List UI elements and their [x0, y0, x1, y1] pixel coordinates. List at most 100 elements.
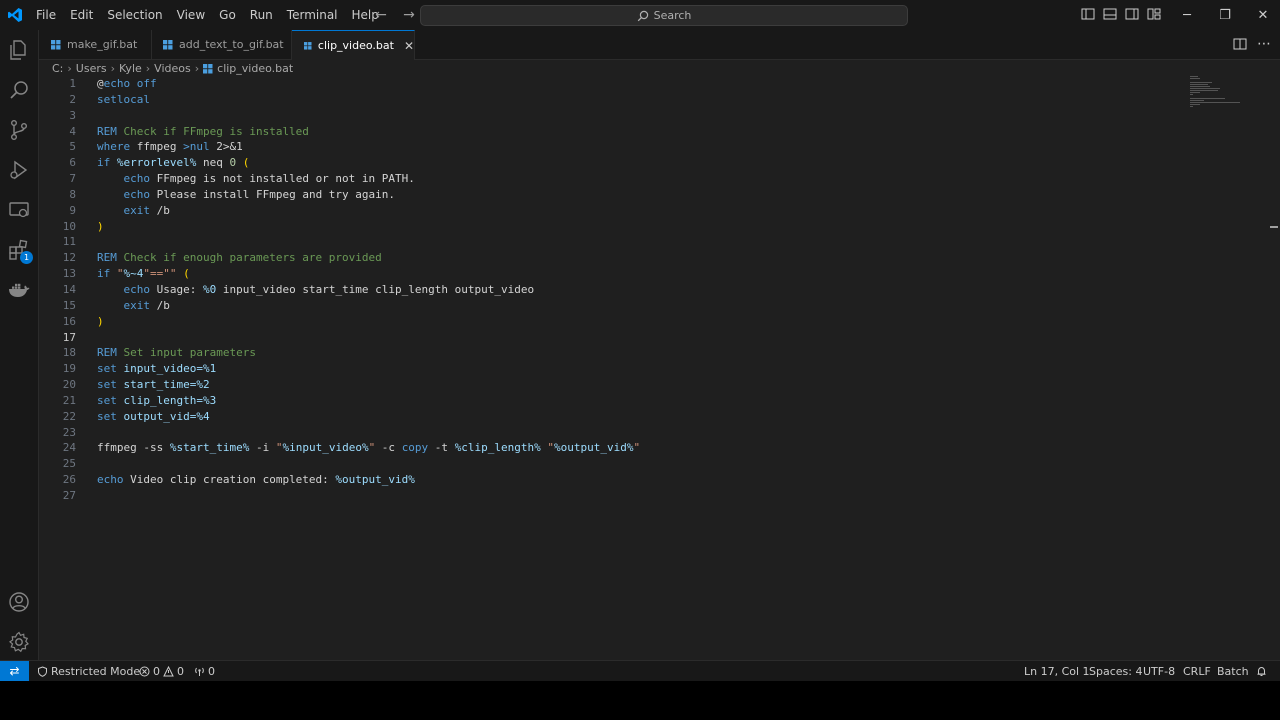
source-control-icon[interactable]: [7, 118, 31, 142]
breadcrumb-users[interactable]: Users: [76, 62, 107, 75]
customize-layout-icon[interactable]: [1146, 6, 1162, 22]
breadcrumb-drive[interactable]: C:: [52, 62, 63, 75]
menu-selection[interactable]: Selection: [100, 0, 169, 30]
toggle-secondary-sidebar-icon[interactable]: [1124, 6, 1140, 22]
search-label: Search: [653, 9, 692, 22]
code-line: 5 where ffmpeg >nul 2>&1: [39, 139, 1239, 155]
breadcrumb-file[interactable]: clip_video.bat: [217, 62, 293, 75]
code-line-current: 17: [39, 330, 1239, 346]
line-number: 17: [62, 330, 76, 344]
status-bar: ⇄ Restricted Mode 0 0 0 Ln 17, Col 1 Spa…: [0, 660, 1280, 681]
line-number: 5: [69, 140, 76, 154]
extensions-button[interactable]: 1: [7, 238, 33, 264]
line-number: 12: [62, 251, 76, 265]
menu-go[interactable]: Go: [212, 0, 243, 30]
code-line: 21 set clip_length=%3: [39, 393, 1239, 409]
menu-file[interactable]: File: [29, 0, 63, 30]
line-number: 9: [69, 203, 76, 217]
code-line: 18 REM Set input parameters: [39, 345, 1239, 361]
breadcrumb-videos[interactable]: Videos: [154, 62, 191, 75]
encoding-setting[interactable]: UTF-8: [1143, 661, 1175, 681]
warning-count: 0: [177, 664, 184, 678]
editor-tabs: make_gif.bat add_text_to_gif.bat clip_vi…: [39, 30, 1280, 60]
line-number: 22: [62, 409, 76, 423]
tab-add-text-to-gif[interactable]: add_text_to_gif.bat: [151, 30, 292, 59]
vscode-logo-icon[interactable]: [7, 7, 23, 23]
scrollbar-position-marker[interactable]: [1270, 226, 1278, 228]
minimap[interactable]: [1190, 76, 1262, 116]
code-line: 22 set output_vid=%4: [39, 409, 1239, 425]
close-tab-icon[interactable]: ✕: [404, 39, 414, 53]
batch-file-icon: [51, 39, 61, 49]
menu-edit[interactable]: Edit: [63, 0, 100, 30]
editor-actions: ⋯: [1232, 36, 1272, 52]
manage-gear-icon[interactable]: [7, 630, 31, 654]
accounts-icon[interactable]: [7, 590, 31, 614]
problems-indicator[interactable]: 0 0: [139, 661, 184, 681]
batch-file-icon: [163, 39, 173, 49]
line-number: 21: [62, 393, 76, 407]
code-line: 4 REM Check if FFmpeg is installed: [39, 124, 1239, 140]
search-view-icon[interactable]: [7, 78, 31, 102]
run-and-debug-icon[interactable]: [7, 158, 31, 182]
radio-tower-icon: [195, 667, 204, 676]
batch-file-icon: [304, 41, 312, 50]
code-line: 10): [39, 219, 1239, 235]
split-editor-icon[interactable]: [1232, 36, 1248, 52]
line-number: 25: [62, 457, 76, 471]
cursor-position-label: Ln 17, Col 1: [1024, 664, 1090, 678]
search-icon: [637, 10, 648, 21]
back-arrow-icon[interactable]: ←: [372, 6, 390, 24]
code-line: 13 if "%~4"=="" (: [39, 266, 1239, 282]
code-line: 15 exit /b: [39, 298, 1239, 314]
close-window-icon[interactable]: ✕: [1244, 0, 1280, 30]
navigation-arrows: ← →: [372, 6, 418, 24]
notifications-button[interactable]: [1256, 661, 1267, 681]
docker-icon[interactable]: [7, 278, 31, 302]
line-number: 18: [62, 346, 76, 360]
tab-make-gif[interactable]: make_gif.bat: [39, 30, 152, 59]
code-line: 26 echo Video clip creation completed: %o…: [39, 472, 1239, 488]
shield-icon: [38, 665, 47, 677]
chevron-right-icon: ›: [67, 62, 72, 75]
line-number: 15: [62, 298, 76, 312]
chevron-right-icon: ›: [145, 62, 151, 75]
line-number: 19: [62, 362, 76, 376]
code-editor[interactable]: 1 @echo off 2 setlocal 3 4 REM Check if FFm…: [39, 76, 1239, 504]
explorer-icon[interactable]: [7, 38, 31, 62]
code-line: 8 echo Please install FFmpeg and try aga…: [39, 187, 1239, 203]
forward-arrow-icon[interactable]: →: [400, 6, 418, 24]
error-icon: [139, 666, 150, 676]
toggle-panel-icon[interactable]: [1102, 6, 1118, 22]
restricted-mode-indicator[interactable]: Restricted Mode: [37, 661, 140, 681]
chevron-right-icon: ›: [110, 62, 116, 75]
menu-view[interactable]: View: [170, 0, 212, 30]
window-controls: ─ ❐ ✕: [1168, 0, 1280, 30]
command-center-search[interactable]: Search: [420, 5, 908, 26]
remote-explorer-icon[interactable]: [7, 198, 31, 222]
code-line: 9 exit /b: [39, 203, 1239, 219]
line-number: 26: [62, 473, 76, 487]
remote-indicator-button[interactable]: ⇄: [0, 661, 29, 681]
eol-setting[interactable]: CRLF: [1183, 661, 1211, 681]
vscode-window: File Edit Selection View Go Run Terminal…: [0, 0, 1280, 681]
restore-icon[interactable]: ❐: [1206, 0, 1244, 30]
breadcrumb-kyle[interactable]: Kyle: [119, 62, 142, 75]
more-actions-icon[interactable]: ⋯: [1256, 36, 1272, 52]
language-mode[interactable]: Batch: [1217, 661, 1249, 681]
indentation-setting[interactable]: Spaces: 4: [1089, 661, 1142, 681]
menu-terminal[interactable]: Terminal: [280, 0, 345, 30]
cursor-position[interactable]: Ln 17, Col 1: [1024, 661, 1090, 681]
ports-indicator[interactable]: 0: [194, 661, 215, 681]
minimize-icon[interactable]: ─: [1168, 0, 1206, 30]
tab-label: clip_video.bat: [317, 39, 394, 52]
code-line: 11: [39, 234, 1239, 250]
menu-bar: File Edit Selection View Go Run Terminal…: [29, 0, 386, 30]
extensions-badge: 1: [20, 251, 33, 264]
tab-label: add_text_to_gif.bat: [179, 38, 284, 51]
toggle-primary-sidebar-icon[interactable]: [1080, 6, 1096, 22]
line-number: 20: [62, 378, 76, 392]
tab-clip-video[interactable]: clip_video.bat ✕: [292, 30, 415, 60]
menu-run[interactable]: Run: [243, 0, 280, 30]
code-line: 20 set start_time=%2: [39, 377, 1239, 393]
